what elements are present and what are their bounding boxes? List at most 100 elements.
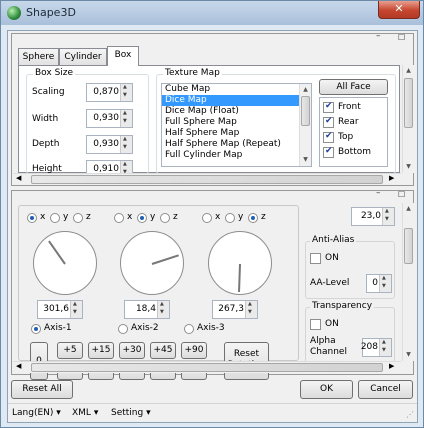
- aa-level-spinner[interactable]: 0: [366, 274, 392, 293]
- bottom-label: Bottom: [338, 147, 372, 157]
- dial2-y-label: y: [150, 212, 156, 222]
- transparency-title: Transparency: [310, 301, 375, 311]
- dial1-value-spinner[interactable]: 301,6: [37, 300, 83, 319]
- window-title: Shape3D: [26, 6, 76, 19]
- box-size-title: Box Size: [33, 68, 76, 78]
- all-face-button[interactable]: All Face: [319, 79, 388, 95]
- bottom-panel-maximize-icon[interactable]: ☐: [398, 190, 405, 199]
- reset-all-button[interactable]: Reset All: [11, 380, 73, 399]
- texture-item-half-sphere-map[interactable]: Half Sphere Map: [162, 128, 311, 139]
- dial2-z-radio[interactable]: [160, 213, 170, 223]
- dial1-knob[interactable]: [33, 231, 97, 295]
- width-spinner[interactable]: 0,930: [86, 109, 133, 128]
- anti-alias-title: Anti-Alias: [310, 235, 357, 245]
- dial2-knob[interactable]: [120, 231, 184, 295]
- plus-30-button[interactable]: +30: [119, 342, 145, 359]
- alpha-channel-spinner[interactable]: 208: [361, 338, 392, 357]
- dial1-z-radio[interactable]: [73, 213, 83, 223]
- transparency-on-checkbox[interactable]: [310, 319, 321, 330]
- top-checkbox[interactable]: [323, 131, 334, 143]
- dial1-z-label: z: [86, 212, 91, 222]
- dial3-needle: [238, 263, 241, 293]
- bottom-panel-scroll-down-icon[interactable]: ▼: [403, 349, 414, 361]
- rear-checkbox[interactable]: [323, 116, 334, 128]
- axis3-radio[interactable]: [184, 324, 194, 334]
- depth-spinner[interactable]: 0,930: [86, 135, 133, 154]
- dial3-x-radio[interactable]: [202, 213, 212, 223]
- axis1-radio[interactable]: [31, 324, 41, 334]
- top-panel-scroll-up-icon[interactable]: ▲: [403, 65, 414, 77]
- plus-90-button[interactable]: +90: [181, 342, 207, 359]
- top-panel-hscroll[interactable]: ◀ ▶: [13, 173, 401, 185]
- plus-5-button[interactable]: +5: [57, 342, 83, 359]
- front-label: Front: [338, 102, 361, 112]
- bottom-checkbox[interactable]: [323, 146, 334, 158]
- top-panel: – ☐ Sphere Cylinder Box Box Size Scaling…: [11, 31, 414, 186]
- dial3-z-radio[interactable]: [248, 213, 258, 223]
- bottom-panel-vscroll-thumb[interactable]: [404, 228, 413, 264]
- scroll-down-icon[interactable]: ▼: [300, 154, 311, 166]
- aa-level-label: AA-Level: [310, 278, 350, 288]
- top-panel-hscroll-thumb[interactable]: [31, 175, 383, 184]
- scaling-label: Scaling: [32, 87, 65, 97]
- resize-grip-icon[interactable]: ⋰: [406, 410, 414, 419]
- bottom-panel-scroll-up-icon[interactable]: ▲: [403, 203, 414, 215]
- transparency-group: Transparency ON Alpha Channel 208: [305, 301, 395, 363]
- ok-button[interactable]: OK: [300, 380, 353, 399]
- dial2-x-radio[interactable]: [114, 213, 124, 223]
- box-size-group: Box Size Scaling 0,870 Width 0,930 Depth…: [26, 68, 149, 175]
- plus-15-button[interactable]: +15: [88, 342, 114, 359]
- tab-sphere[interactable]: Sphere: [18, 48, 59, 66]
- texture-map-group: Texture Map Cube Map Dice Map Dice Map (…: [156, 68, 396, 174]
- texture-map-list[interactable]: Cube Map Dice Map Dice Map (Float) Full …: [161, 83, 312, 167]
- close-button[interactable]: ✕: [378, 1, 420, 19]
- dial1-x-radio[interactable]: [27, 213, 37, 223]
- hscroll-right-icon[interactable]: ▶: [389, 174, 394, 182]
- hscroll-left-icon[interactable]: ◀: [16, 174, 21, 182]
- dial3-knob[interactable]: [208, 231, 272, 295]
- texture-item-full-cylinder-map[interactable]: Full Cylinder Map: [162, 150, 311, 161]
- texture-item-full-sphere-map[interactable]: Full Sphere Map: [162, 117, 311, 128]
- dial3-y-radio[interactable]: [225, 213, 235, 223]
- top-value-spinner[interactable]: 23,0: [351, 207, 395, 226]
- front-checkbox[interactable]: [323, 101, 334, 113]
- texture-item-dice-map[interactable]: Dice Map: [162, 95, 311, 106]
- bottom-hscroll-right-icon[interactable]: ▶: [389, 362, 394, 370]
- bottom-panel-minimize-icon[interactable]: –: [376, 188, 381, 198]
- top-panel-vscroll[interactable]: ▲ ▼: [402, 65, 414, 173]
- dial3-value-spinner[interactable]: 267,3: [212, 300, 258, 319]
- axis2-radio[interactable]: [118, 324, 128, 334]
- height-spinner[interactable]: 0,910: [86, 160, 133, 175]
- dial3-x-label: x: [215, 212, 221, 222]
- dial2-y-radio[interactable]: [137, 213, 147, 223]
- scroll-thumb[interactable]: [301, 96, 310, 126]
- dial2-value-spinner[interactable]: 18,4: [124, 300, 170, 319]
- top-panel-scroll-down-icon[interactable]: ▼: [403, 161, 414, 173]
- top-label: Top: [338, 132, 354, 142]
- bottom-panel-hscroll-thumb[interactable]: [31, 363, 383, 372]
- axis3-label: Axis-3: [197, 323, 225, 333]
- tab-cylinder[interactable]: Cylinder: [59, 48, 107, 66]
- scaling-spinner[interactable]: 0,870: [86, 83, 133, 102]
- xml-menu[interactable]: XML ▾: [72, 408, 98, 418]
- top-panel-minimize-icon[interactable]: –: [376, 31, 381, 41]
- bottom-panel-vscroll[interactable]: ▲ ▼: [402, 203, 414, 361]
- plus-45-button[interactable]: +45: [150, 342, 176, 359]
- texture-item-dice-map-float[interactable]: Dice Map (Float): [162, 106, 311, 117]
- dial1-y-radio[interactable]: [50, 213, 60, 223]
- texture-item-cube-map[interactable]: Cube Map: [162, 84, 311, 95]
- anti-alias-on-checkbox[interactable]: [310, 253, 321, 264]
- bottom-hscroll-left-icon[interactable]: ◀: [16, 362, 21, 370]
- cancel-button[interactable]: Cancel: [358, 380, 413, 399]
- tab-box[interactable]: Box: [107, 46, 139, 66]
- lang-menu[interactable]: Lang(EN) ▾: [12, 408, 61, 418]
- setting-menu[interactable]: Setting ▾: [111, 408, 151, 418]
- scroll-up-icon[interactable]: ▲: [300, 84, 311, 96]
- top-panel-vscroll-thumb[interactable]: [404, 78, 413, 128]
- title-bar[interactable]: Shape3D ✕: [1, 1, 423, 25]
- close-icon: ✕: [394, 2, 404, 15]
- top-panel-maximize-icon[interactable]: ☐: [398, 33, 405, 42]
- texture-list-scrollbar[interactable]: ▲ ▼: [299, 84, 311, 166]
- texture-item-half-sphere-map-repeat[interactable]: Half Sphere Map (Repeat): [162, 139, 311, 150]
- bottom-panel-hscroll[interactable]: ◀ ▶: [13, 361, 401, 373]
